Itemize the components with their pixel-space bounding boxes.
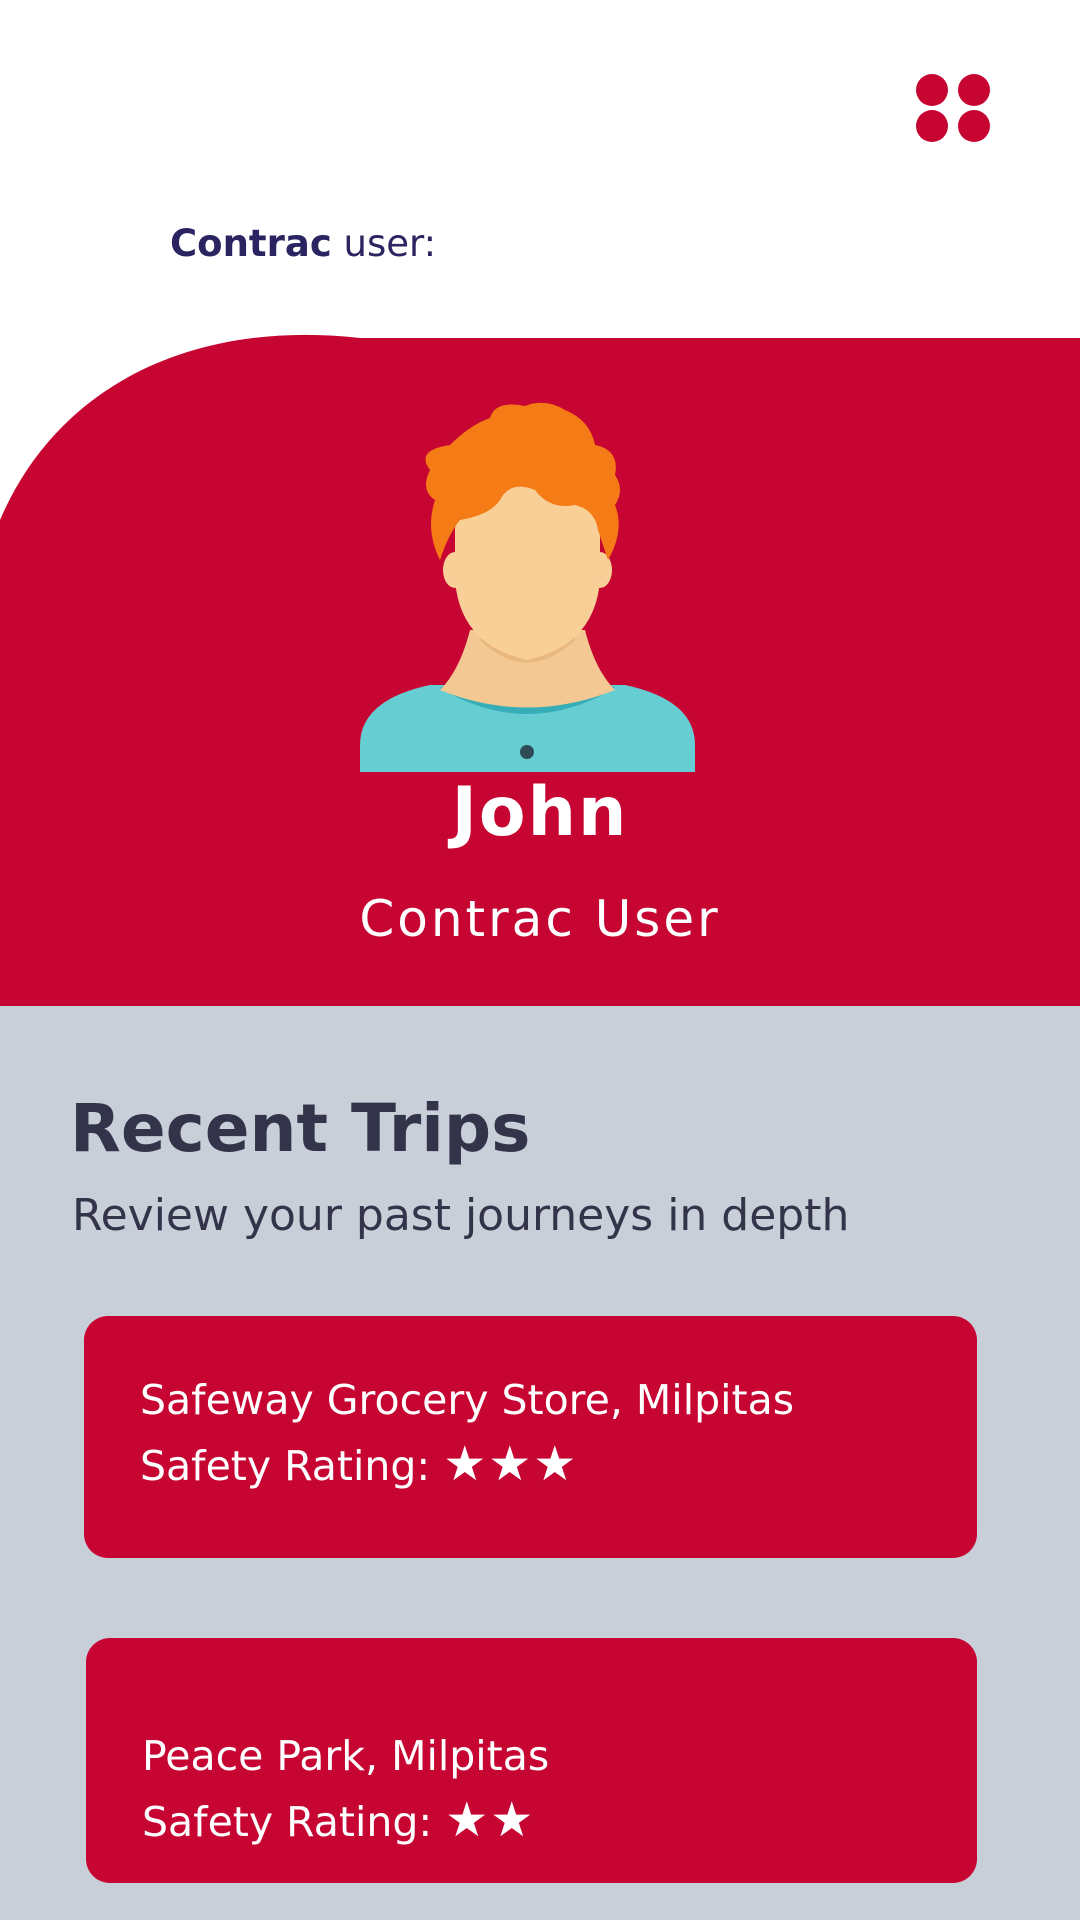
star-rating-icon: ★★★ (443, 1436, 579, 1492)
user-avatar-icon (360, 402, 695, 772)
recent-trips-section: Recent Trips Review your past journeys i… (0, 1006, 1080, 1920)
trip-card[interactable]: Safeway Grocery Store, Milpitas Safety R… (84, 1316, 977, 1558)
trip-rating: Safety Rating: ★★★ (140, 1436, 578, 1492)
trip-place: Safeway Grocery Store, Milpitas (140, 1376, 795, 1424)
section-subtitle: Review your past journeys in depth (72, 1190, 850, 1241)
star-rating-icon: ★★ (445, 1792, 536, 1848)
profile-role: Contrac User (359, 890, 721, 948)
profile-name: John (451, 773, 629, 852)
trip-card[interactable]: Peace Park, Milpitas Safety Rating: ★★ (86, 1638, 977, 1883)
section-title: Recent Trips (70, 1090, 531, 1167)
trip-rating: Safety Rating: ★★ (142, 1792, 535, 1848)
rating-label: Safety Rating: (140, 1442, 444, 1490)
trip-place: Peace Park, Milpitas (142, 1732, 550, 1780)
rating-label: Safety Rating: (142, 1798, 446, 1846)
